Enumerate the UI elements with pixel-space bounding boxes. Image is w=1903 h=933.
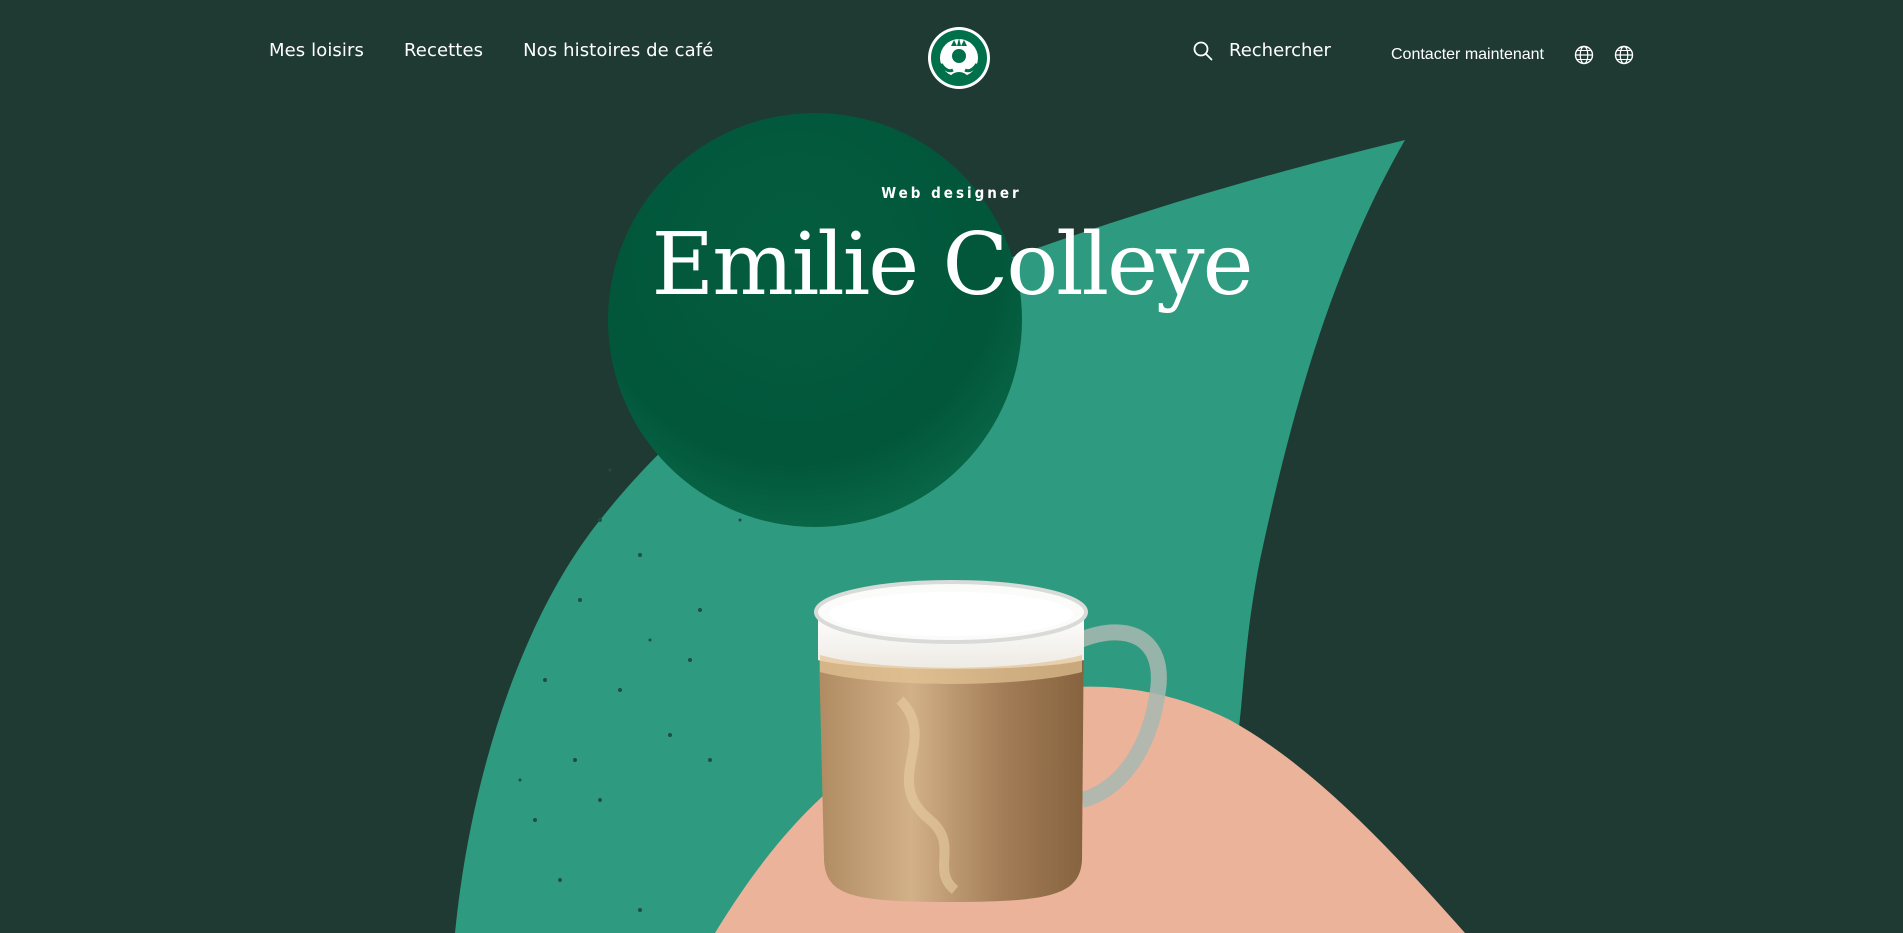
top-navigation: Mes loisirs Recettes Nos histoires de ca… — [0, 0, 1903, 110]
primary-nav: Mes loisirs Recettes Nos histoires de ca… — [269, 40, 713, 61]
globe-icon[interactable] — [1614, 45, 1634, 65]
dark-green-circle — [608, 113, 1022, 527]
hero-illustration — [455, 113, 1465, 933]
hero-title: Emilie Colleye — [651, 215, 1253, 315]
search-icon — [1193, 41, 1213, 60]
globe-icon[interactable] — [1574, 45, 1594, 65]
hero-subtitle: Web designer — [881, 184, 1022, 202]
nav-link-recettes[interactable]: Recettes — [404, 40, 483, 61]
nav-link-mes-loisirs[interactable]: Mes loisirs — [269, 40, 364, 61]
nav-link-nos-histoires[interactable]: Nos histoires de café — [523, 40, 713, 61]
search-label: Rechercher — [1229, 40, 1331, 61]
search-button[interactable]: Rechercher — [1193, 40, 1331, 61]
contact-now-link[interactable]: Contacter maintenant — [1391, 46, 1544, 64]
starbucks-logo-icon[interactable] — [927, 26, 991, 90]
